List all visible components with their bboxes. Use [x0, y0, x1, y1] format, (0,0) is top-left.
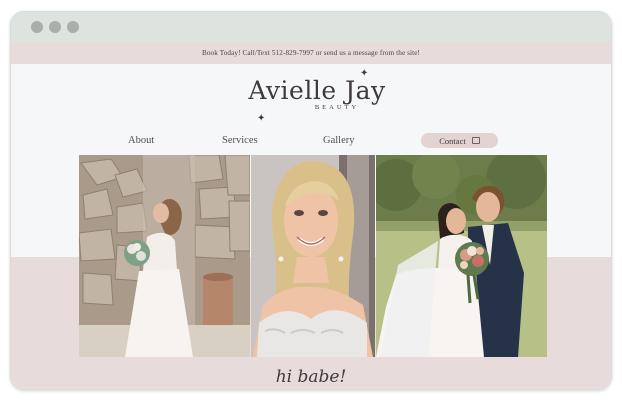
nav-gallery[interactable]: Gallery [323, 135, 355, 146]
bride-portrait-photo[interactable] [251, 155, 375, 357]
calendar-icon [471, 137, 480, 144]
nav-about[interactable]: About [128, 135, 154, 146]
browser-window: Book Today! Call/Text 512-829-7997 or se… [10, 11, 612, 390]
site-page: Avielle Jay BEAUTY ✦ ✦ About Services Ga… [11, 64, 611, 389]
minimize-window-button[interactable] [49, 21, 61, 33]
contact-label: Contact [439, 135, 466, 146]
maximize-window-button[interactable] [67, 21, 79, 33]
announcement-bar: Book Today! Call/Text 512-829-7997 or se… [11, 42, 611, 64]
browser-titlebar [11, 12, 611, 42]
greeting-heading: hi babe! [275, 367, 347, 387]
sparkle-icon: ✦ [360, 68, 369, 79]
logo-name: Avielle Jay [248, 76, 386, 105]
site-logo[interactable]: Avielle Jay BEAUTY [247, 76, 387, 111]
sparkle-icon: ✦ [257, 113, 266, 124]
close-window-button[interactable] [31, 21, 43, 33]
nav-services[interactable]: Services [222, 135, 258, 146]
couple-portrait-photo[interactable] [376, 155, 547, 357]
announcement-text: Book Today! Call/Text 512-829-7997 or se… [201, 49, 421, 57]
bride-stone-wall-photo[interactable] [79, 155, 250, 357]
contact-button[interactable]: Contact [421, 133, 498, 148]
